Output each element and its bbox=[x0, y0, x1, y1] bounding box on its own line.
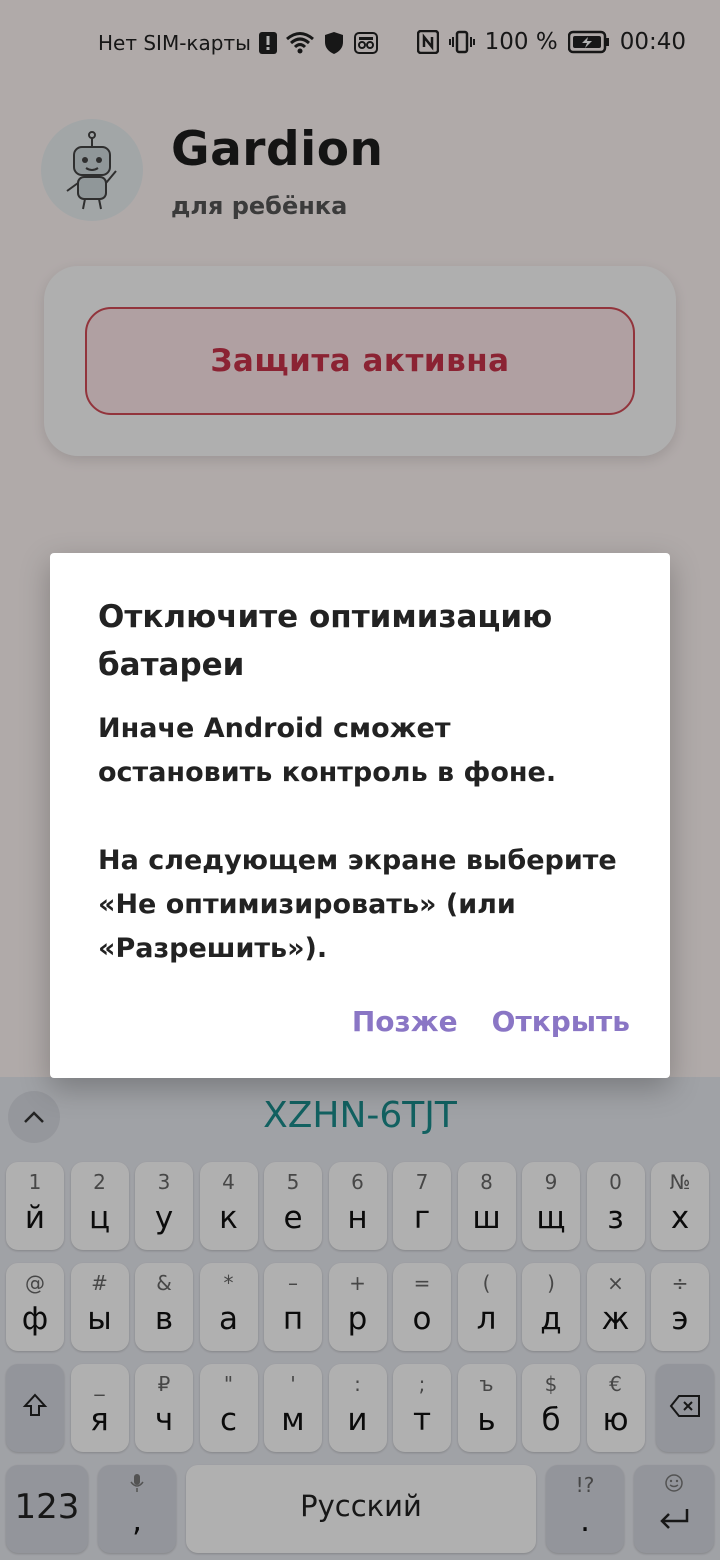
dialog-message: Иначе Android сможет остановить контроль… bbox=[98, 707, 638, 971]
later-button[interactable]: Позже bbox=[352, 1005, 458, 1038]
dialog-message-part-1: Иначе Android сможет остановить контроль… bbox=[98, 713, 557, 788]
dialog-message-part-2: На следующем экране выберите «Не оптимиз… bbox=[98, 845, 617, 964]
dialog-actions: Позже Открыть bbox=[352, 1005, 630, 1038]
dialog-title: Отключите оптимизацию батареи bbox=[98, 599, 553, 683]
battery-optimization-dialog: Отключите оптимизацию батареи Иначе Andr… bbox=[50, 553, 670, 1078]
open-button[interactable]: Открыть bbox=[492, 1005, 630, 1038]
